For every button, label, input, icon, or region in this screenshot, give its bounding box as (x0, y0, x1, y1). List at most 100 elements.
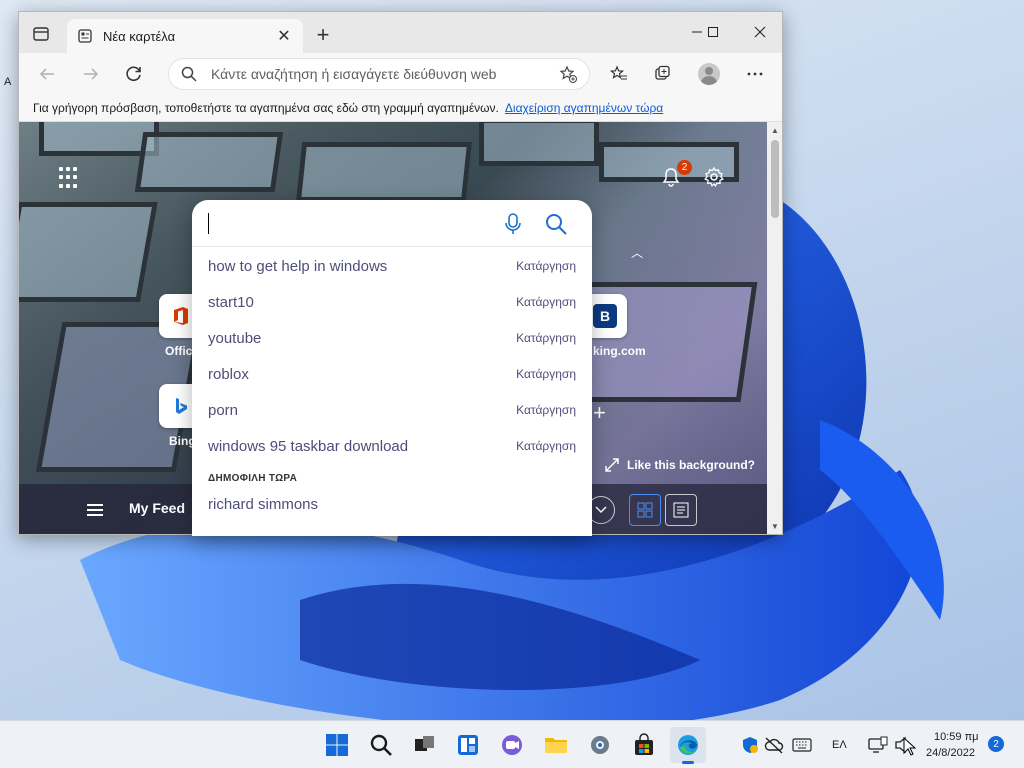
remove-suggestion-button[interactable]: Κατάργηση (516, 331, 576, 345)
my-feed-tab[interactable]: My Feed (129, 500, 185, 516)
favorites-button[interactable] (605, 60, 633, 88)
add-quick-link-button[interactable]: + (593, 400, 606, 426)
search-icon[interactable] (544, 212, 568, 236)
collapse-caret-icon[interactable]: ︿ (631, 244, 643, 261)
tab-strip: Νέα καρτέλα ✕ + (19, 12, 782, 53)
clock-time[interactable]: 10:59 πμ (934, 731, 979, 743)
suggestion-text[interactable]: porn (208, 402, 516, 419)
file-explorer-button[interactable] (542, 731, 570, 759)
grid-dot (66, 167, 70, 171)
defender-tray-button[interactable] (738, 731, 762, 759)
remove-suggestion-button[interactable]: Κατάργηση (516, 259, 576, 273)
widgets-button[interactable] (454, 731, 482, 759)
maximize-button[interactable] (698, 20, 728, 44)
search-icon (181, 66, 197, 82)
manage-favorites-link[interactable]: Διαχείριση αγαπημένων τώρα (505, 101, 663, 115)
tab-new-tab[interactable]: Νέα καρτέλα ✕ (67, 19, 303, 53)
remove-suggestion-button[interactable]: Κατάργηση (516, 403, 576, 417)
network-icon (868, 736, 888, 753)
new-tab-button[interactable]: + (311, 22, 335, 47)
gear-icon[interactable] (703, 166, 725, 188)
start-button[interactable] (323, 731, 351, 759)
keyboard-tray-button[interactable] (790, 731, 814, 759)
add-favorite-icon[interactable] (559, 65, 577, 83)
suggestion-text[interactable]: youtube (208, 330, 516, 347)
tab-actions-button[interactable] (31, 24, 51, 44)
vertical-scrollbar[interactable]: ▲ ▼ (767, 122, 782, 534)
input-language-indicator[interactable]: ΕΛ (832, 739, 847, 751)
grid-dot (66, 183, 70, 188)
back-arrow-icon (39, 68, 54, 80)
booking-icon: B (593, 304, 617, 328)
search-suggestions-panel: how to get help in windows Κατάργηση sta… (192, 200, 592, 536)
back-button[interactable] (33, 60, 61, 88)
text-caret (208, 213, 209, 234)
favorites-icon (610, 65, 627, 80)
scroll-thumb[interactable] (771, 140, 779, 218)
refresh-button[interactable] (120, 60, 148, 88)
search-taskbar-button[interactable] (367, 731, 395, 759)
onedrive-tray-button[interactable] (762, 731, 786, 759)
profile-button[interactable] (695, 60, 723, 88)
remove-suggestion-button[interactable]: Κατάργηση (516, 439, 576, 453)
mouse-cursor-icon (902, 733, 918, 761)
trending-item[interactable]: richard simmons (208, 496, 318, 513)
edge-taskbar-button[interactable] (670, 727, 706, 764)
grid-dot (59, 167, 63, 171)
list-view-button[interactable] (665, 494, 697, 526)
grid-view-button[interactable] (629, 494, 661, 526)
remove-suggestion-button[interactable]: Κατάργηση (516, 295, 576, 309)
collections-button[interactable] (649, 60, 677, 88)
settings-more-button[interactable] (741, 60, 769, 88)
suggestion-item[interactable]: start10 Κατάργηση (192, 284, 592, 320)
forward-button[interactable] (77, 60, 105, 88)
keyboard-icon (792, 738, 812, 752)
avatar (698, 63, 720, 85)
address-bar[interactable]: Κάντε αναζήτηση ή εισαγάγετε διεύθυνση w… (168, 58, 590, 90)
apps-launcher-button[interactable] (59, 167, 81, 189)
bg-window-pane (134, 132, 284, 192)
refresh-icon (126, 66, 141, 82)
grid-dot (73, 167, 77, 171)
settings-app-button[interactable] (586, 731, 614, 759)
bing-icon (176, 398, 187, 414)
search-icon (370, 734, 392, 756)
close-window-button[interactable] (745, 20, 775, 44)
suggestion-text[interactable]: roblox (208, 366, 516, 383)
scroll-down-icon[interactable]: ▼ (771, 522, 779, 531)
like-background-label: Like this background? (627, 458, 756, 472)
tab-close-icon[interactable]: ✕ (275, 27, 293, 45)
scroll-up-icon[interactable]: ▲ (771, 126, 779, 135)
clock-date[interactable]: 24/8/2022 (926, 747, 975, 759)
suggestion-item[interactable]: how to get help in windows Κατάργηση (192, 248, 592, 284)
bg-window-pane (295, 142, 473, 202)
tab-actions-icon (33, 27, 49, 41)
remove-suggestion-button[interactable]: Κατάργηση (516, 367, 576, 381)
grid-dot (66, 175, 70, 180)
trending-heading: ΔΗΜΟΦΙΛΗ ΤΩΡΑ (208, 473, 298, 484)
suggestion-text[interactable]: how to get help in windows (208, 258, 516, 275)
edge-icon (678, 735, 698, 755)
suggestion-item[interactable]: porn Κατάργηση (192, 392, 592, 428)
task-view-icon (415, 736, 434, 751)
address-input[interactable]: Κάντε αναζήτηση ή εισαγάγετε διεύθυνση w… (211, 66, 559, 82)
search-box[interactable] (192, 200, 592, 247)
bg-window-pane (19, 202, 158, 302)
suggestion-item[interactable]: youtube Κατάργηση (192, 320, 592, 356)
suggestion-item[interactable]: roblox Κατάργηση (192, 356, 592, 392)
notification-center-badge[interactable]: 2 (988, 736, 1004, 752)
menu-icon[interactable] (87, 504, 103, 516)
network-tray-button[interactable] (866, 731, 890, 759)
suggestion-text[interactable]: windows 95 taskbar download (208, 438, 516, 455)
task-view-button[interactable] (410, 731, 438, 759)
suggestion-text[interactable]: start10 (208, 294, 516, 311)
chat-button[interactable] (498, 731, 526, 759)
microphone-icon[interactable] (502, 212, 524, 236)
collections-icon (655, 65, 670, 80)
store-button[interactable] (630, 731, 658, 759)
like-background-button[interactable]: Like this background? (605, 458, 755, 472)
close-icon (754, 26, 766, 38)
suggestion-item[interactable]: windows 95 taskbar download Κατάργηση (192, 428, 592, 464)
notification-badge: 2 (677, 160, 692, 175)
grid-view-icon (637, 502, 653, 518)
